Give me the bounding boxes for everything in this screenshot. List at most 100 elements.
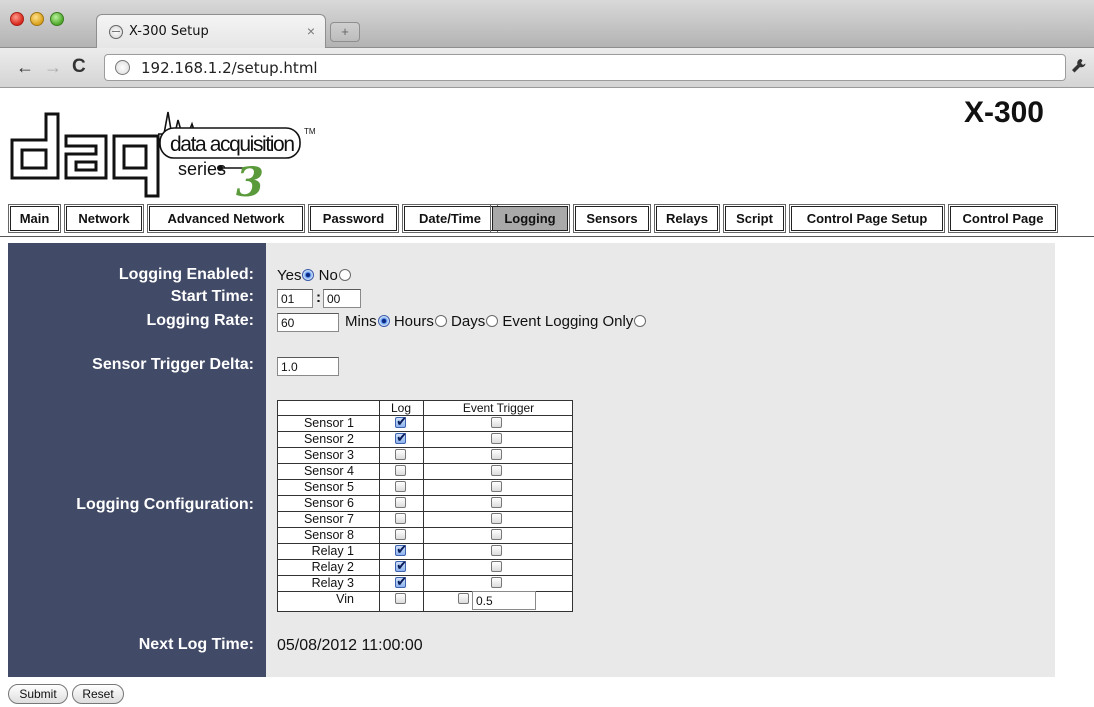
start-time-hour-input[interactable]: 01 <box>277 289 313 308</box>
browser-tabstrip: X-300 Setup × + <box>0 0 1094 48</box>
log-checkbox[interactable] <box>395 529 406 540</box>
product-title: X-300 <box>963 96 1044 129</box>
tab-advanced-network[interactable]: Advanced Network <box>147 204 305 233</box>
rate-hours-radio[interactable] <box>434 315 447 327</box>
config-row-name: Sensor 5 <box>303 480 354 494</box>
logging-enabled-label: Logging Enabled: <box>118 266 254 283</box>
logging-enabled-yes-radio[interactable] <box>302 269 315 281</box>
log-checkbox[interactable]: ✔ <box>395 541 408 557</box>
hours-label: Hours <box>393 313 434 330</box>
daq-logo: data acquisition series 3 TM <box>8 100 328 206</box>
tab-network[interactable]: Network <box>64 204 144 233</box>
wrench-icon[interactable] <box>1070 57 1088 80</box>
event-trigger-checkbox[interactable] <box>491 577 502 588</box>
rate-days-radio[interactable] <box>486 315 499 327</box>
minimize-window-button[interactable] <box>30 12 44 26</box>
rate-mins-radio[interactable] <box>377 315 390 327</box>
tab-title: X-300 Setup <box>129 24 209 39</box>
back-arrow-icon[interactable]: ← <box>16 57 34 77</box>
config-row-name: Sensor 3 <box>303 448 354 462</box>
log-checkbox[interactable]: ✔ <box>395 429 408 445</box>
start-time-label: Start Time: <box>170 288 254 305</box>
config-row-name: Sensor 2 <box>303 432 354 446</box>
tab-control-page-setup[interactable]: Control Page Setup <box>789 204 945 233</box>
event-trigger-checkbox[interactable] <box>491 481 502 492</box>
next-log-time-label: Next Log Time: <box>138 636 254 653</box>
event-trigger-checkbox[interactable] <box>491 545 502 556</box>
config-row-name: Sensor 1 <box>303 416 354 430</box>
new-tab-button[interactable]: + <box>330 22 360 42</box>
log-checkbox[interactable]: ✔ <box>395 557 408 573</box>
rate-event-only-radio[interactable] <box>634 315 647 327</box>
close-window-button[interactable] <box>10 12 24 26</box>
submit-button[interactable]: Submit <box>8 684 68 704</box>
config-row-name: Sensor 8 <box>303 528 354 542</box>
tab-relays[interactable]: Relays <box>654 204 720 233</box>
log-checkbox[interactable] <box>395 481 406 492</box>
sensor-trigger-delta-label: Sensor Trigger Delta: <box>92 356 254 373</box>
config-row-name: Sensor 6 <box>303 496 354 510</box>
checkmark-icon: ✔ <box>396 429 408 445</box>
browser-tab[interactable]: X-300 Setup × <box>96 14 326 48</box>
table-divider <box>423 401 424 611</box>
log-checkbox[interactable] <box>395 449 406 460</box>
logging-rate-units: Mins Hours Days Event Logging Only <box>345 313 647 330</box>
event-trigger-checkbox[interactable] <box>491 561 502 572</box>
event-trigger-checkbox[interactable] <box>491 513 502 524</box>
logging-rate-label: Logging Rate: <box>146 312 254 329</box>
logo-tm: TM <box>304 127 316 136</box>
start-time-minute-input[interactable]: 00 <box>323 289 361 308</box>
logging-config-table: Log Event Trigger Sensor 1 ✔ Sensor 2 ✔ Sens… <box>277 400 573 612</box>
config-row-name: Relay 2 <box>311 560 354 574</box>
reset-button[interactable]: Reset <box>72 684 124 704</box>
event-trigger-checkbox[interactable] <box>491 465 502 476</box>
config-row-name: Relay 1 <box>311 544 354 558</box>
logging-configuration-label: Logging Configuration: <box>76 496 254 513</box>
days-label: Days <box>451 313 486 330</box>
event-trigger-checkbox[interactable] <box>458 593 469 604</box>
forward-arrow-icon[interactable]: → <box>44 57 62 77</box>
config-row-name: Vin <box>336 592 354 606</box>
logging-rate-input[interactable]: 60 <box>277 313 339 332</box>
event-trigger-checkbox[interactable] <box>491 417 502 428</box>
logging-enabled-options: Yes No <box>277 267 351 284</box>
zoom-window-button[interactable] <box>50 12 64 26</box>
event-only-label: Event Logging Only <box>502 313 634 330</box>
tab-password[interactable]: Password <box>308 204 399 233</box>
config-row-name: Relay 3 <box>311 576 354 590</box>
tab-control-page[interactable]: Control Page <box>948 204 1058 233</box>
nav-divider <box>0 236 1094 237</box>
url-text: 192.168.1.2/setup.html <box>141 59 318 77</box>
tab-script[interactable]: Script <box>723 204 786 233</box>
config-row-name: Sensor 7 <box>303 512 354 526</box>
reload-icon[interactable]: C <box>72 57 86 77</box>
mins-label: Mins <box>345 313 377 330</box>
address-bar[interactable]: 192.168.1.2/setup.html <box>104 54 1066 81</box>
event-trigger-checkbox[interactable] <box>491 449 502 460</box>
labels-column <box>8 243 266 677</box>
log-checkbox[interactable]: ✔ <box>395 574 408 588</box>
checkmark-icon: ✔ <box>396 557 408 573</box>
log-checkbox[interactable] <box>395 593 406 604</box>
tab-logging[interactable]: Logging <box>490 204 570 233</box>
checkmark-icon: ✔ <box>396 413 408 429</box>
event-trigger-checkbox[interactable] <box>491 529 502 540</box>
logging-enabled-no-radio[interactable] <box>338 269 351 281</box>
event-trigger-checkbox[interactable] <box>491 433 502 444</box>
log-checkbox[interactable] <box>395 513 406 524</box>
checkmark-icon: ✔ <box>396 541 408 557</box>
time-separator: : <box>316 289 321 306</box>
sensor-trigger-delta-input[interactable]: 1.0 <box>277 357 339 376</box>
tab-sensors[interactable]: Sensors <box>573 204 651 233</box>
log-checkbox[interactable] <box>395 465 406 476</box>
log-checkbox[interactable] <box>395 497 406 508</box>
event-trigger-column-header: Event Trigger <box>462 401 535 415</box>
event-trigger-checkbox[interactable] <box>491 497 502 508</box>
tab-date-time[interactable]: Date/Time <box>402 204 498 233</box>
next-log-time-value: 05/08/2012 11:00:00 <box>277 637 423 654</box>
tab-main[interactable]: Main <box>8 204 61 233</box>
log-checkbox[interactable]: ✔ <box>395 413 408 429</box>
config-row-name: Sensor 4 <box>303 464 354 478</box>
vin-threshold-input[interactable]: 0.5 <box>472 591 536 610</box>
tab-close-icon[interactable]: × <box>307 23 315 39</box>
